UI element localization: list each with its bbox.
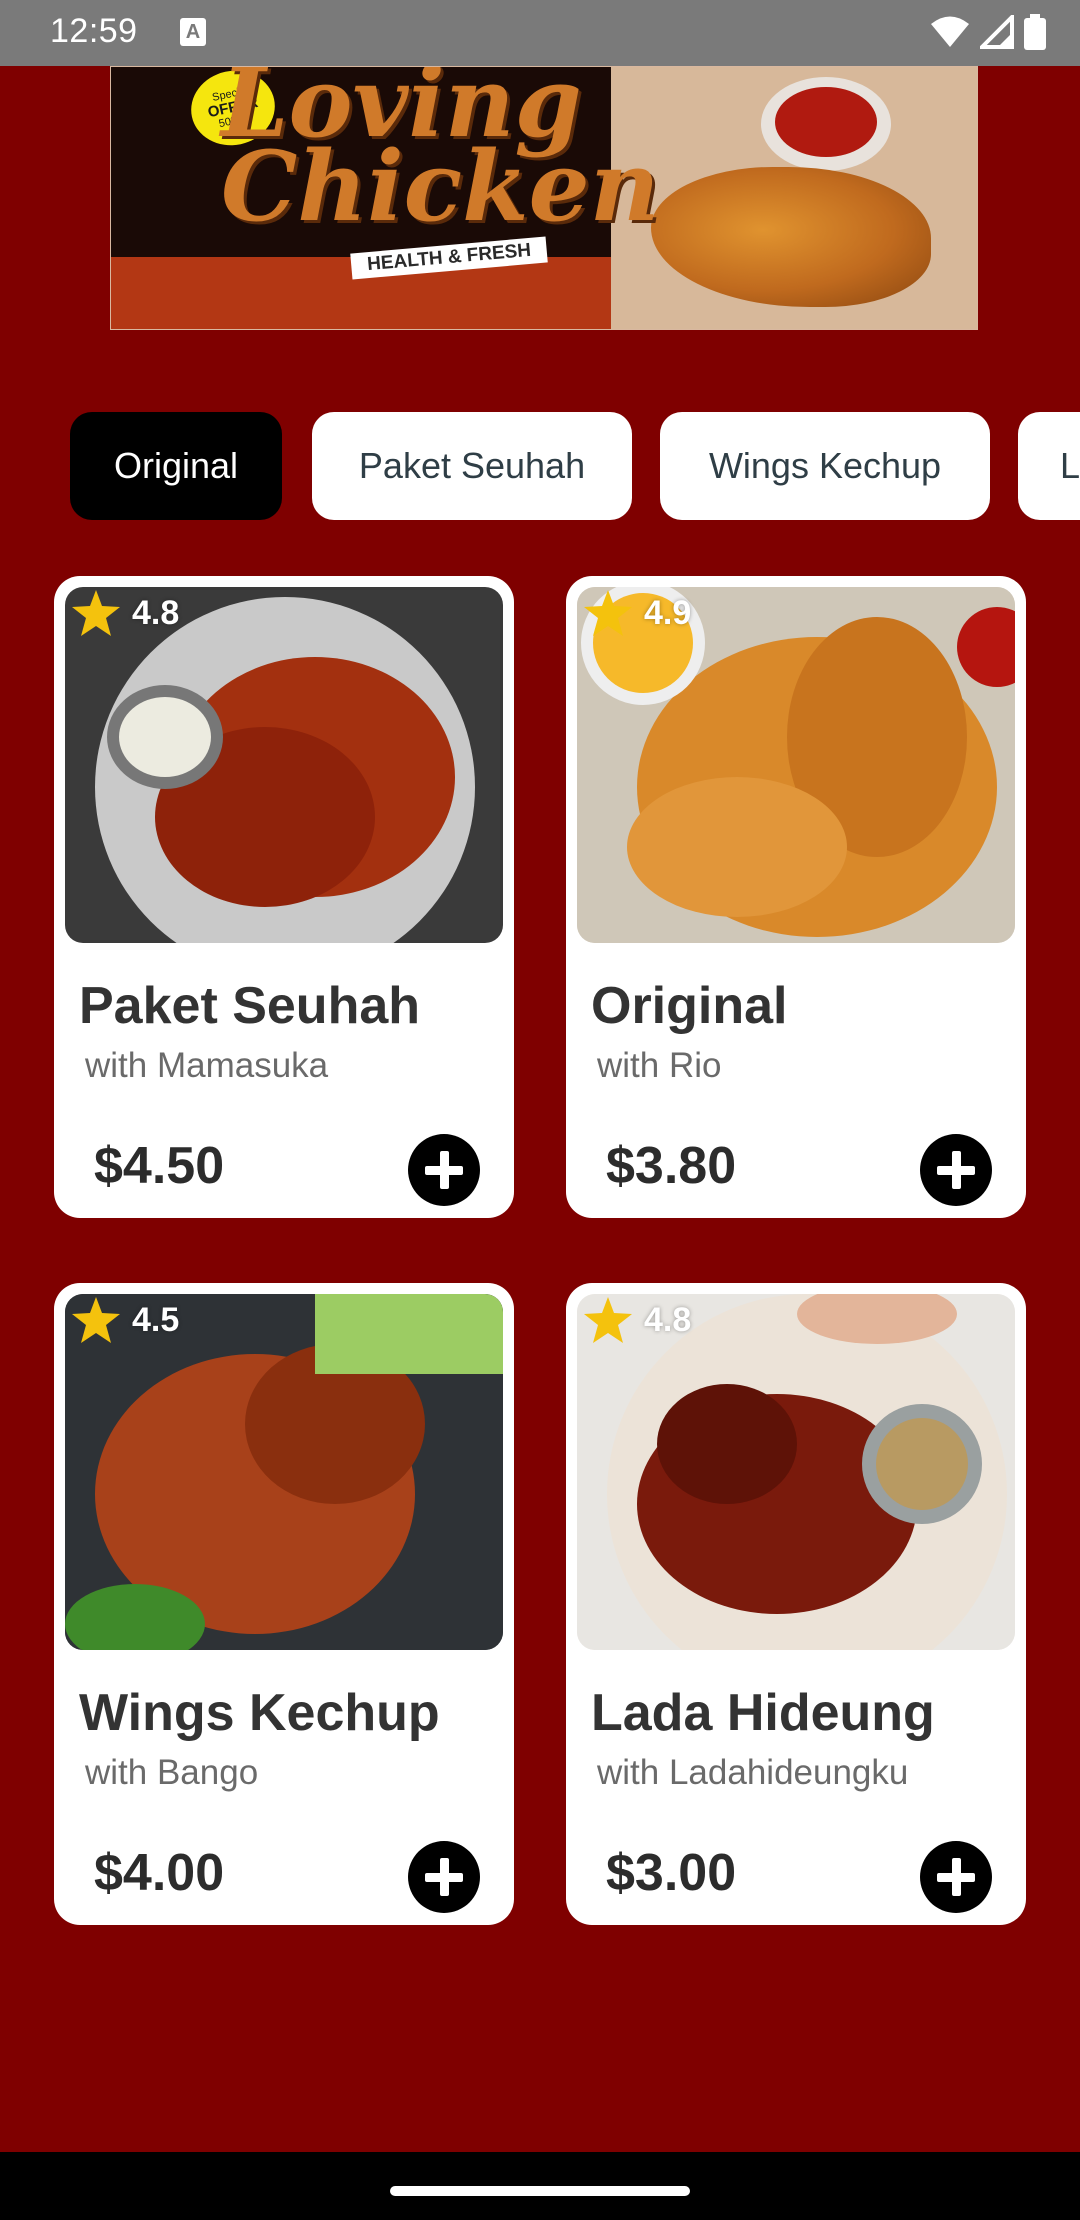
glazed-wings-image — [577, 1294, 1015, 1650]
product-image — [65, 1294, 503, 1650]
main-content: Special OFFER 50%off Loving Chicken HEAL… — [0, 66, 1080, 2152]
tab-wings-kechup[interactable]: Wings Kechup — [660, 412, 990, 520]
wifi-icon — [931, 16, 969, 47]
product-image — [577, 1294, 1015, 1650]
chicken-tenders-image — [577, 587, 1015, 943]
tab-paket-seuhah[interactable]: Paket Seuhah — [312, 412, 632, 520]
home-gesture-handle[interactable] — [390, 2186, 690, 2196]
product-price: $4.00 — [94, 1844, 225, 1902]
rating-value: 4.8 — [132, 593, 180, 632]
product-card[interactable]: 4.9 Original with Rio $3.80 — [566, 576, 1026, 1218]
add-to-cart-button[interactable] — [408, 1134, 480, 1206]
product-image — [65, 587, 503, 943]
tab-lada-hideung[interactable]: L — [1018, 412, 1080, 520]
tab-original[interactable]: Original — [70, 412, 282, 520]
add-to-cart-button[interactable] — [408, 1841, 480, 1913]
banner-title: Loving Chicken — [221, 67, 660, 243]
product-price: $3.80 — [606, 1137, 737, 1195]
promo-banner[interactable]: Special OFFER 50%off Loving Chicken HEAL… — [110, 66, 978, 330]
star-icon — [72, 1297, 120, 1343]
chicken-wings-image — [65, 1294, 503, 1650]
banner-title-line2: Chicken — [221, 130, 660, 243]
tab-label: L — [1060, 445, 1080, 486]
rating: 4.5 — [72, 1297, 179, 1343]
rating-value: 4.8 — [644, 1300, 692, 1339]
star-icon — [584, 1297, 632, 1343]
product-price: $4.50 — [94, 1137, 225, 1195]
product-subtitle: with Bango — [85, 1753, 259, 1792]
add-to-cart-button[interactable] — [920, 1134, 992, 1206]
chicken-plate-image — [95, 597, 475, 943]
product-name: Paket Seuhah — [79, 977, 421, 1035]
tab-label: Paket Seuhah — [358, 445, 586, 486]
product-price: $3.00 — [606, 1844, 737, 1902]
system-nav-bar — [0, 2152, 1080, 2220]
product-card[interactable]: 4.5 Wings Kechup with Bango $4.00 — [54, 1283, 514, 1925]
product-card[interactable]: 4.8 Paket Seuhah with Mamasuka $4.50 — [54, 576, 514, 1218]
star-icon — [72, 590, 120, 636]
status-time: 12:59 — [50, 12, 138, 50]
signal-icon — [980, 15, 1014, 49]
rating: 4.8 — [584, 1297, 691, 1343]
rating: 4.8 — [72, 590, 179, 636]
category-tabs: Original Paket Seuhah Wings Kechup L — [0, 412, 1080, 522]
product-name: Original — [591, 977, 788, 1035]
tab-label: Wings Kechup — [708, 445, 942, 486]
sauce-bowl-image — [761, 77, 891, 171]
product-subtitle: with Mamasuka — [85, 1046, 329, 1085]
status-bar: 12:59 A — [0, 0, 1080, 66]
tab-label: Original — [113, 445, 239, 486]
product-card[interactable]: 4.8 Lada Hideung with Ladahideungku $3.0… — [566, 1283, 1026, 1925]
rating-value: 4.9 — [644, 593, 692, 632]
product-name: Wings Kechup — [79, 1684, 440, 1742]
status-icons — [930, 14, 1046, 50]
product-image — [577, 587, 1015, 943]
battery-icon — [1024, 14, 1046, 50]
add-to-cart-button[interactable] — [920, 1841, 992, 1913]
product-name: Lada Hideung — [591, 1684, 935, 1742]
rating-value: 4.5 — [132, 1300, 180, 1339]
product-subtitle: with Rio — [597, 1046, 722, 1085]
a-box-icon: A — [180, 18, 206, 46]
star-icon — [584, 590, 632, 636]
rating: 4.9 — [584, 590, 691, 636]
product-subtitle: with Ladahideungku — [597, 1753, 909, 1792]
